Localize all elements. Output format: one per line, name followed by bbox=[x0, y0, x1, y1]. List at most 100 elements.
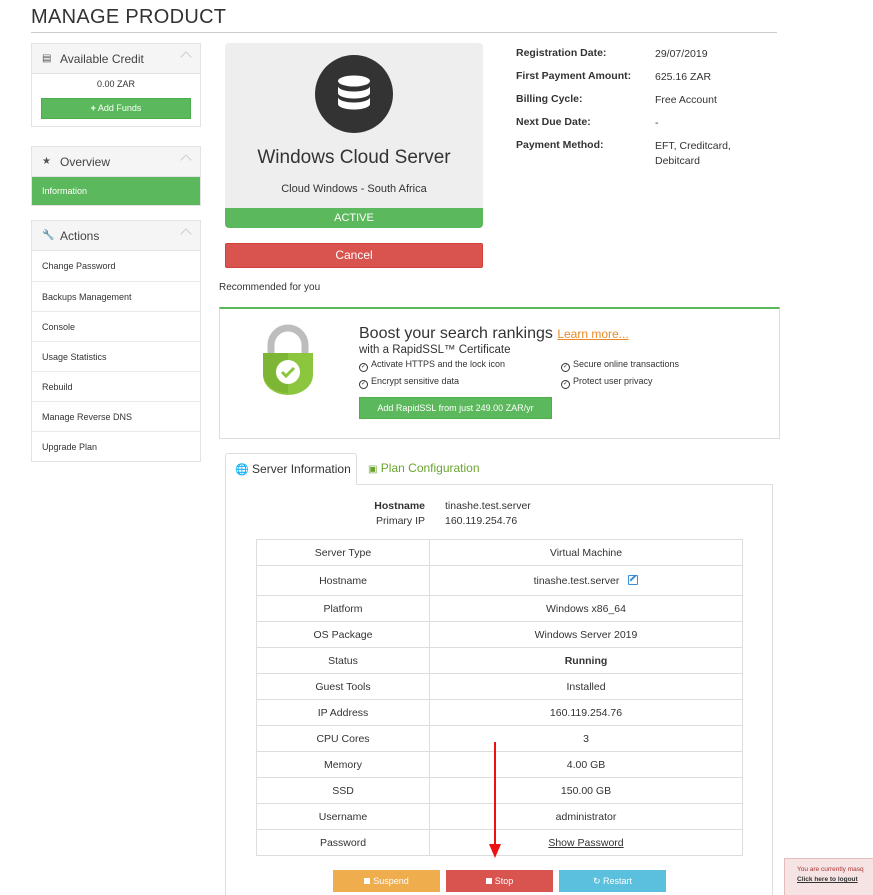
edit-icon[interactable] bbox=[628, 574, 639, 585]
restart-button[interactable]: ↻ Restart bbox=[559, 870, 666, 892]
wrench-icon: 🔧 bbox=[42, 230, 55, 241]
chevron-up-icon[interactable] bbox=[180, 154, 192, 166]
status-badge: ACTIVE bbox=[225, 208, 483, 228]
title-divider bbox=[31, 32, 777, 33]
cubes-icon: ▣ bbox=[368, 464, 378, 475]
promo-feature: ✓ Activate HTTPS and the lock icon bbox=[359, 359, 505, 372]
tab-plan-configuration[interactable]: ▣ Plan Configuration bbox=[368, 453, 480, 485]
table-row: Hostname tinashe.test.server bbox=[256, 565, 743, 596]
cancel-button[interactable]: Cancel bbox=[225, 243, 483, 268]
row-label: SSD bbox=[256, 777, 430, 804]
product-card: Windows Cloud Server Cloud Windows - Sou… bbox=[225, 43, 483, 228]
credit-panel-title: Available Credit bbox=[60, 51, 144, 66]
billing-label: Registration Date: bbox=[516, 47, 607, 59]
promo-feature-text: Protect user privacy bbox=[573, 376, 653, 386]
row-label: Username bbox=[256, 803, 430, 830]
sidebar-item-rebuild[interactable]: Rebuild bbox=[32, 371, 200, 401]
annotation-arrow bbox=[489, 742, 501, 858]
row-label: Guest Tools bbox=[256, 673, 430, 700]
refresh-icon: ↻ bbox=[592, 876, 601, 886]
overview-panel-title: Overview bbox=[60, 154, 111, 169]
tab-server-information[interactable]: 🌐 Server Information bbox=[225, 453, 357, 485]
actions-panel: 🔧 Actions Change Password Backups Manage… bbox=[31, 220, 201, 462]
stop-label: Stop bbox=[494, 876, 514, 886]
stop-button[interactable]: Stop bbox=[446, 870, 553, 892]
row-label: IP Address bbox=[256, 699, 430, 726]
sidebar-item-usage-statistics[interactable]: Usage Statistics bbox=[32, 341, 200, 371]
row-value: Virtual Machine bbox=[429, 539, 743, 566]
sidebar-item-information[interactable]: Information bbox=[32, 177, 200, 205]
chevron-up-icon[interactable] bbox=[180, 51, 192, 63]
rapidssl-promo: Boost your search rankings Learn more...… bbox=[219, 307, 780, 439]
row-label: OS Package bbox=[256, 621, 430, 648]
masquerade-text: You are currently masq bbox=[797, 866, 864, 873]
billing-row: Payment Method: EFT, Creditcard, Debitca… bbox=[516, 139, 765, 169]
row-value: Windows x86_64 bbox=[429, 595, 743, 622]
row-label: Platform bbox=[256, 595, 430, 622]
sidebar-item-change-password[interactable]: Change Password bbox=[32, 251, 200, 281]
promo-feature-text: Activate HTTPS and the lock icon bbox=[371, 359, 506, 369]
overview-panel-header[interactable]: ★ Overview bbox=[32, 147, 200, 177]
table-row: Server Type Virtual Machine bbox=[256, 539, 743, 566]
plus-icon: + bbox=[90, 103, 96, 113]
database-icon bbox=[315, 55, 393, 133]
add-funds-button[interactable]: + Add Funds bbox=[41, 98, 191, 119]
show-password-link[interactable]: Show Password bbox=[548, 837, 623, 849]
table-row: Status Running bbox=[256, 647, 743, 674]
suspend-label: Suspend bbox=[373, 876, 409, 886]
suspend-button[interactable]: Suspend bbox=[333, 870, 440, 892]
sidebar-item-backups-management[interactable]: Backups Management bbox=[32, 281, 200, 311]
tab-server-information-label: Server Information bbox=[252, 462, 351, 476]
promo-feature-text: Encrypt sensitive data bbox=[371, 376, 460, 386]
credit-panel-header[interactable]: ▤ Available Credit bbox=[32, 44, 200, 74]
promo-feature: ✓ Protect user privacy bbox=[561, 376, 653, 389]
status-running: Running bbox=[429, 647, 743, 674]
billing-row: First Payment Amount: 625.16 ZAR bbox=[516, 70, 765, 85]
logout-link[interactable]: Click here to logout bbox=[797, 876, 858, 883]
tab-plan-configuration-label: Plan Configuration bbox=[380, 461, 480, 475]
actions-panel-header[interactable]: 🔧 Actions bbox=[32, 221, 200, 251]
billing-label: Billing Cycle: bbox=[516, 93, 583, 105]
row-value: administrator bbox=[429, 803, 743, 830]
globe-icon: 🌐 bbox=[235, 464, 249, 476]
table-row: IP Address 160.119.254.76 bbox=[256, 699, 743, 726]
billing-details: Registration Date: 29/07/2019 First Paym… bbox=[516, 47, 765, 177]
add-funds-label: Add Funds bbox=[97, 103, 142, 113]
primary-ip-label: Primary IP bbox=[375, 515, 425, 527]
overview-panel: ★ Overview Information bbox=[31, 146, 201, 206]
primary-ip-value: 160.119.254.76 bbox=[445, 515, 518, 527]
star-icon: ★ bbox=[42, 156, 51, 167]
check-icon: ✓ bbox=[561, 380, 570, 389]
billing-value: 625.16 ZAR bbox=[655, 71, 712, 83]
billing-label: First Payment Amount: bbox=[516, 70, 632, 82]
hostname-label: Hostname bbox=[374, 500, 425, 512]
lock-icon bbox=[260, 323, 316, 397]
learn-more-link[interactable]: Learn more... bbox=[557, 327, 628, 341]
product-group: Cloud Windows - South Africa bbox=[281, 183, 427, 195]
row-label: Status bbox=[256, 647, 430, 674]
sidebar-item-console[interactable]: Console bbox=[32, 311, 200, 341]
billing-row: Registration Date: 29/07/2019 bbox=[516, 47, 765, 62]
table-row: Guest Tools Installed bbox=[256, 673, 743, 700]
promo-subtitle: with a RapidSSL™ Certificate bbox=[359, 344, 511, 356]
billing-row: Next Due Date: - bbox=[516, 116, 765, 131]
product-name: Windows Cloud Server bbox=[257, 147, 451, 168]
restart-label: Restart bbox=[603, 876, 633, 886]
sidebar-item-upgrade-plan[interactable]: Upgrade Plan bbox=[32, 431, 200, 461]
add-rapidssl-button[interactable]: Add RapidSSL from just 249.00 ZAR/yr bbox=[359, 397, 552, 419]
promo-feature: ✓ Encrypt sensitive data bbox=[359, 376, 459, 389]
pause-icon bbox=[364, 878, 371, 884]
billing-value: Free Account bbox=[655, 94, 717, 106]
billing-label: Next Due Date: bbox=[516, 116, 591, 128]
row-value: Windows Server 2019 bbox=[429, 621, 743, 648]
billing-value: 29/07/2019 bbox=[655, 48, 708, 60]
row-value: 4.00 GB bbox=[429, 751, 743, 778]
check-icon: ✓ bbox=[359, 380, 368, 389]
chevron-up-icon[interactable] bbox=[180, 228, 192, 240]
stop-icon bbox=[485, 878, 492, 884]
credit-balance: 0.00 ZAR bbox=[96, 79, 136, 89]
billing-row: Billing Cycle: Free Account bbox=[516, 93, 765, 108]
promo-feature: ✓ Secure online transactions bbox=[561, 359, 679, 372]
promo-title: Boost your search rankings Learn more... bbox=[359, 325, 629, 343]
sidebar-item-manage-reverse-dns[interactable]: Manage Reverse DNS bbox=[32, 401, 200, 431]
